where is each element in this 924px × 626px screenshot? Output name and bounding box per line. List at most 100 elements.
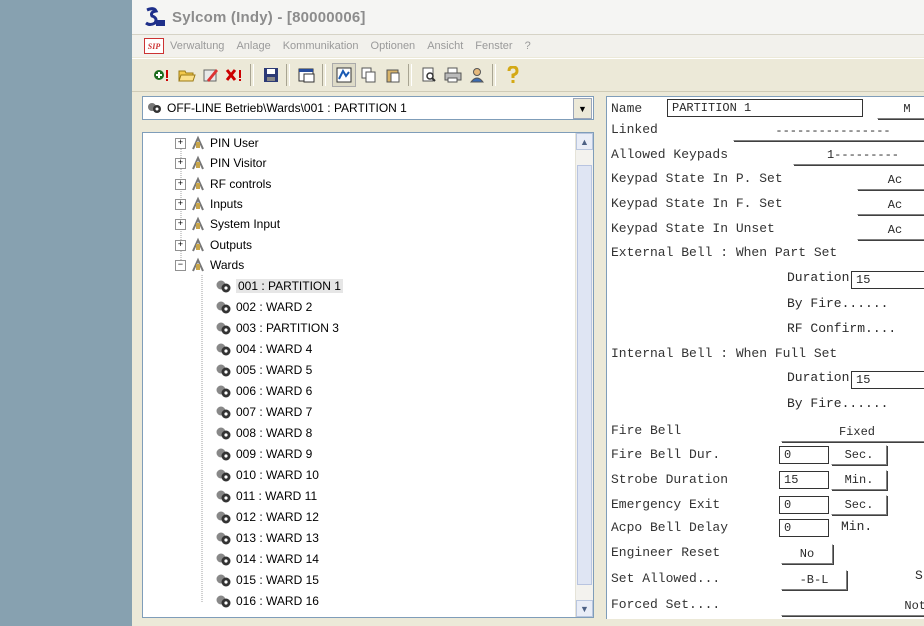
ward-icon [215, 300, 232, 315]
print-icon[interactable] [442, 64, 464, 86]
delete-icon[interactable] [224, 64, 246, 86]
expand-toggle[interactable]: + [175, 198, 186, 210]
ward-item[interactable]: 013 : WARD 13 [215, 528, 319, 548]
ward-item[interactable]: 009 : WARD 9 [215, 444, 312, 464]
keypad-unset-field[interactable]: Ac [857, 220, 924, 240]
collapse-toggle[interactable]: − [175, 259, 186, 271]
ward-item[interactable]: 002 : WARD 2 [215, 297, 312, 317]
title-bar[interactable]: Sylcom (Indy) - [80000006] [132, 0, 924, 35]
strobe-duration-field[interactable]: 15 [779, 471, 829, 489]
ext-duration-field[interactable]: 15 [851, 271, 924, 289]
tree-group-label: RF controls [210, 177, 272, 191]
expand-toggle[interactable]: + [175, 178, 186, 190]
set-allowed-field[interactable]: -B-L [781, 570, 847, 590]
menu-verwaltung[interactable]: Verwaltung [170, 40, 224, 52]
ward-item[interactable]: 011 : WARD 11 [215, 486, 317, 506]
help-icon[interactable] [502, 64, 524, 86]
emergency-exit-unit[interactable]: Sec. [831, 495, 887, 515]
user-icon[interactable] [466, 64, 488, 86]
tree-pane: OFF-LINE Betrieb\Wards\001 : PARTITION 1… [142, 96, 594, 618]
ward-item[interactable]: 004 : WARD 4 [215, 339, 312, 359]
menu-ansicht[interactable]: Ansicht [427, 40, 463, 52]
combo-value: OFF-LINE Betrieb\Wards\001 : PARTITION 1 [167, 101, 407, 115]
ward-item[interactable]: 007 : WARD 7 [215, 402, 312, 422]
menu-anlage[interactable]: Anlage [236, 40, 270, 52]
acpo-bell-delay-field[interactable]: 0 [779, 519, 829, 537]
linked-row: Linked [611, 118, 658, 140]
ward-item[interactable]: 016 : WARD 16 [215, 591, 319, 611]
properties-icon[interactable] [296, 64, 318, 86]
linked-field[interactable]: ---------------- [733, 121, 924, 141]
window-title: Sylcom (Indy) - [80000006] [172, 8, 366, 26]
menu-help[interactable]: ? [525, 40, 531, 52]
ward-item[interactable]: 010 : WARD 10 [215, 465, 319, 485]
tree-view[interactable]: + PIN User + PIN Visitor + RF controls +… [142, 132, 594, 618]
allowed-keypads-field[interactable]: 1--------- [793, 145, 924, 165]
view-icon[interactable] [332, 63, 356, 87]
save-icon[interactable] [260, 64, 282, 86]
vertical-scrollbar[interactable]: ▲ ▼ [575, 133, 593, 617]
scroll-up-icon[interactable]: ▲ [576, 133, 593, 150]
int-by-fire-label: By Fire...... [787, 396, 889, 411]
menu-kommunikation[interactable]: Kommunikation [283, 40, 359, 52]
expand-toggle[interactable]: + [175, 157, 186, 169]
acpo-bell-delay-label: Acpo Bell Delay [611, 519, 729, 535]
ext-duration-label: Duration [787, 270, 850, 285]
tree-group-outputs[interactable]: + Outputs [175, 235, 252, 255]
engineer-reset-field[interactable]: No [781, 544, 833, 564]
engineer-reset-row: Engineer Reset [611, 541, 720, 563]
ward-icon [215, 342, 232, 357]
expand-toggle[interactable]: + [175, 239, 186, 251]
forced-set-field[interactable]: Not [781, 596, 924, 616]
network-icon [147, 101, 163, 115]
chevron-down-icon[interactable]: ▼ [573, 98, 592, 119]
fire-bell-field[interactable]: Fixed [781, 422, 924, 442]
int-duration-field[interactable]: 15 [851, 371, 924, 389]
fire-bell-dur-field[interactable]: 0 [779, 446, 829, 464]
ward-item[interactable]: 003 : PARTITION 3 [215, 318, 339, 338]
emergency-exit-row: Emergency Exit [611, 493, 720, 515]
tree-group-system-input[interactable]: + System Input [175, 214, 280, 234]
path-combobox[interactable]: OFF-LINE Betrieb\Wards\001 : PARTITION 1… [142, 96, 594, 120]
add-icon[interactable] [152, 64, 174, 86]
keypad-pset-field[interactable]: Ac [857, 170, 924, 190]
open-folder-icon[interactable] [176, 64, 198, 86]
copy-icon[interactable] [358, 64, 380, 86]
print-preview-icon[interactable] [418, 64, 440, 86]
expand-toggle[interactable]: + [175, 137, 186, 149]
tree-group-pin-user[interactable]: + PIN User [175, 133, 259, 153]
menu-optionen[interactable]: Optionen [371, 40, 416, 52]
scroll-down-icon[interactable]: ▼ [576, 600, 593, 617]
strobe-duration-row: Strobe Duration [611, 468, 728, 490]
paste-icon[interactable] [382, 64, 404, 86]
keypad-unset-label: Keypad State In Unset [611, 220, 775, 236]
tree-group-wards[interactable]: − Wards [175, 255, 244, 275]
tree-group-rf-controls[interactable]: + RF controls [175, 174, 271, 194]
expand-toggle[interactable]: + [175, 218, 186, 230]
ward-item[interactable]: 006 : WARD 6 [215, 381, 312, 401]
ward-item[interactable]: 001 : PARTITION 1 [215, 276, 343, 296]
emergency-exit-field[interactable]: 0 [779, 496, 829, 514]
group-node-icon [190, 155, 206, 171]
ward-item[interactable]: 015 : WARD 15 [215, 570, 319, 590]
tree-group-label: PIN User [210, 136, 259, 150]
strobe-duration-unit[interactable]: Min. [831, 470, 887, 490]
fire-bell-dur-unit[interactable]: Sec. [831, 445, 887, 465]
keypad-fset-field[interactable]: Ac [857, 195, 924, 215]
menu-fenster[interactable]: Fenster [475, 40, 512, 52]
tree-group-label: Wards [210, 258, 245, 272]
tree-group-pin-visitor[interactable]: + PIN Visitor [175, 153, 266, 173]
emergency-exit-label: Emergency Exit [611, 496, 721, 512]
scroll-thumb[interactable] [577, 165, 592, 585]
name-field[interactable]: PARTITION 1 [667, 99, 863, 117]
allowed-keypads-label: Allowed Keypads [611, 146, 729, 162]
edit-icon[interactable] [200, 64, 222, 86]
tree-group-inputs[interactable]: + Inputs [175, 194, 243, 214]
ward-item[interactable]: 005 : WARD 5 [215, 360, 312, 380]
ward-label: 015 : WARD 15 [236, 573, 319, 587]
ward-item[interactable]: 008 : WARD 8 [215, 423, 312, 443]
name-m-button[interactable]: M [877, 99, 924, 119]
ward-item[interactable]: 012 : WARD 12 [215, 507, 319, 527]
ward-item[interactable]: 014 : WARD 14 [215, 549, 319, 569]
toolbar-separator [408, 64, 412, 86]
